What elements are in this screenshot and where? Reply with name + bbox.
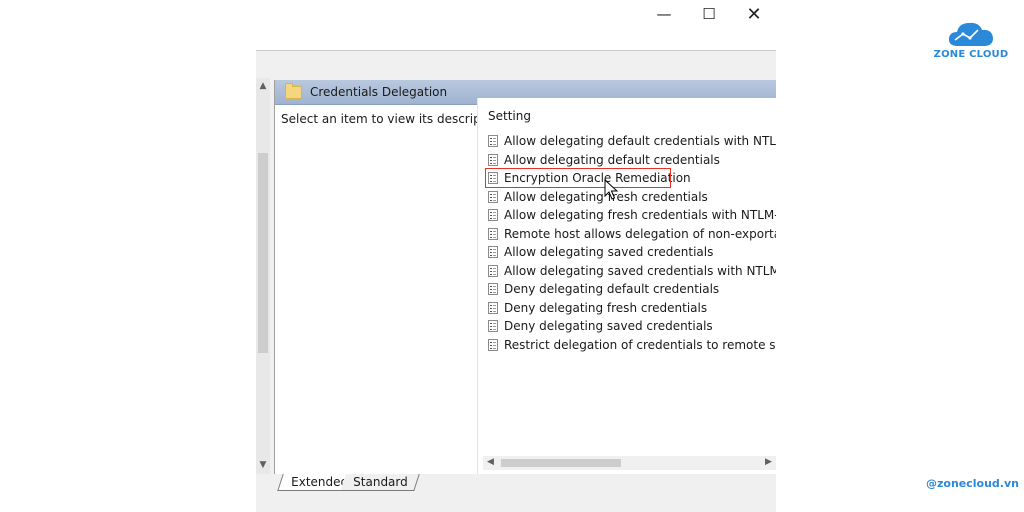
brand-handle: @zonecloud.vn: [926, 477, 1019, 490]
brand-logo: ZONE CLOUD: [932, 18, 1010, 70]
setting-label: Deny delegating saved credentials: [504, 319, 713, 334]
toolbar-divider: [256, 50, 776, 51]
description-area: Select an item to view its description.: [275, 105, 507, 474]
setting-row-highlighted[interactable]: Encryption Oracle Remediation: [485, 168, 776, 188]
setting-row[interactable]: Restrict delegation of credentials to re…: [488, 336, 776, 355]
title-bar: — ☐ ✕: [256, 0, 776, 50]
policy-setting-icon: [488, 283, 498, 296]
close-icon[interactable]: ✕: [732, 0, 776, 28]
pane-title: Credentials Delegation: [310, 85, 448, 99]
folder-icon: [285, 83, 302, 99]
setting-label: Deny delegating fresh credentials: [504, 300, 708, 315]
policy-setting-icon: [488, 264, 498, 277]
setting-label: Allow delegating fresh credentials with …: [504, 208, 776, 223]
policy-setting-icon: [488, 301, 498, 314]
mouse-pointer-icon: [604, 179, 618, 200]
policy-setting-icon: [488, 320, 498, 333]
policy-setting-icon: [488, 227, 498, 240]
tab-standard[interactable]: Standard: [340, 474, 420, 491]
description-prompt: Select an item to view its description.: [281, 112, 508, 126]
tree-scrollbar[interactable]: ▲ ▼: [256, 78, 270, 474]
setting-label: Allow delegating saved credentials with …: [504, 263, 776, 278]
policy-setting-icon: [488, 153, 498, 166]
policy-setting-icon: [488, 190, 498, 203]
setting-label: Deny delegating default credentials: [504, 282, 720, 297]
scroll-up-icon[interactable]: ▲: [257, 81, 269, 91]
setting-row[interactable]: Allow delegating default credentials wit…: [488, 132, 776, 151]
view-tabs: Extended Standard: [274, 474, 776, 512]
setting-row[interactable]: Allow delegating fresh credentials: [488, 188, 776, 207]
cloud-logo-icon: [948, 22, 993, 46]
setting-label: Remote host allows delegation of non-exp…: [504, 226, 776, 241]
brand-logo-text: ZONE CLOUD: [933, 49, 1009, 60]
tree-scroll-thumb[interactable]: [258, 153, 268, 353]
settings-rows: Allow delegating default credentials wit…: [485, 132, 776, 355]
setting-row[interactable]: Deny delegating fresh credentials: [488, 299, 776, 318]
setting-row[interactable]: Allow delegating saved credentials with …: [488, 262, 776, 281]
horizontal-scrollbar[interactable]: ◀ ▶: [483, 456, 776, 470]
group-policy-window: — ☐ ✕ ▲ ▼ Credentials Delegation Select …: [256, 0, 776, 512]
scroll-right-icon[interactable]: ▶: [765, 457, 772, 467]
policy-setting-icon: [488, 246, 498, 259]
setting-row[interactable]: Deny delegating saved credentials: [488, 317, 776, 336]
setting-row[interactable]: Allow delegating default credentials: [488, 151, 776, 170]
settings-pane: Credentials Delegation Select an item to…: [274, 80, 776, 474]
policy-setting-icon: [488, 209, 498, 222]
policy-setting-icon: [488, 172, 498, 185]
setting-row[interactable]: Allow delegating fresh credentials with …: [488, 206, 776, 225]
horizontal-scroll-thumb[interactable]: [501, 459, 621, 467]
setting-label: Allow delegating default credentials wit…: [504, 134, 776, 149]
minimize-icon[interactable]: —: [642, 0, 686, 28]
setting-label: Allow delegating saved credentials: [504, 245, 714, 260]
scroll-down-icon[interactable]: ▼: [257, 460, 269, 470]
setting-label: Encryption Oracle Remediation: [504, 171, 691, 186]
setting-label: Restrict delegation of credentials to re…: [504, 337, 776, 352]
setting-row[interactable]: Deny delegating default credentials: [488, 280, 776, 299]
setting-row[interactable]: Allow delegating saved credentials: [488, 243, 776, 262]
setting-row[interactable]: Remote host allows delegation of non-exp…: [488, 225, 776, 244]
setting-label: Allow delegating default credentials: [504, 152, 720, 167]
column-header-setting[interactable]: Setting: [488, 109, 531, 123]
maximize-icon[interactable]: ☐: [687, 0, 731, 28]
settings-list: Setting Allow delegating default credent…: [477, 98, 776, 474]
policy-setting-icon: [488, 135, 498, 148]
scroll-left-icon[interactable]: ◀: [487, 457, 494, 467]
policy-setting-icon: [488, 338, 498, 351]
